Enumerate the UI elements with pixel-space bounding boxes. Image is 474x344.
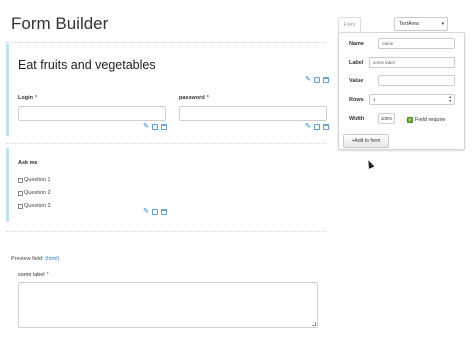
checkbox[interactable] — [18, 177, 23, 183]
edit-icon[interactable]: ✎ — [305, 123, 311, 130]
name-input[interactable]: name — [378, 38, 455, 49]
login-label: Login * — [18, 95, 37, 101]
password-input[interactable] — [179, 106, 327, 121]
rows-prop-label: Rows — [349, 97, 364, 103]
checkbox-label: Question 3 — [24, 203, 51, 209]
delete-icon[interactable] — [323, 124, 329, 130]
field-required-toggle[interactable]: ✓ Field require — [407, 117, 446, 123]
width-value: 100% — [380, 116, 393, 121]
copy-icon[interactable] — [152, 209, 158, 215]
required-mark: * — [206, 95, 209, 101]
copy-icon[interactable] — [152, 124, 158, 130]
required-mark: * — [34, 95, 38, 101]
page-title: Form Builder — [11, 14, 109, 33]
checkbox-label: Question 1 — [24, 177, 51, 183]
tab-form[interactable]: Form — [338, 17, 361, 32]
checkbox-label: Question 2 — [24, 190, 51, 196]
preview-field-heading: Preview field: (html) — [11, 256, 59, 262]
checkbox-option[interactable]: Question 2 — [18, 190, 51, 196]
heading-actions: ✎ — [305, 76, 329, 83]
edit-icon[interactable]: ✎ — [143, 123, 149, 130]
login-input[interactable] — [18, 106, 166, 121]
name-prop-label: Name — [349, 41, 364, 47]
mouse-cursor-icon — [365, 159, 375, 169]
preview-textarea-label: some label * — [18, 272, 49, 278]
edit-icon[interactable]: ✎ — [143, 208, 149, 215]
divider — [6, 231, 326, 232]
required-mark: * — [46, 272, 49, 278]
ask-me-label: Ask me — [18, 160, 38, 166]
preview-textarea[interactable] — [18, 282, 318, 328]
rows-input[interactable]: 4 ▲ ▼ — [369, 94, 455, 105]
preview-label-text: Preview field: — [11, 256, 44, 262]
checkbox-checked-icon[interactable]: ✓ — [407, 117, 413, 123]
form-canvas: Eat fruits and vegetables ✎ Login * ✎ pas… — [6, 40, 329, 232]
resize-grip-icon[interactable] — [312, 322, 316, 326]
delete-icon[interactable] — [161, 209, 167, 215]
label-prop-label: Label — [349, 60, 364, 66]
heading-text: Eat fruits and vegetables — [18, 58, 156, 72]
divider — [6, 143, 326, 144]
edit-icon[interactable]: ✎ — [305, 76, 311, 83]
checkbox-option[interactable]: Question 1 — [18, 177, 51, 183]
password-label: password * — [179, 95, 209, 101]
rows-value: 4 — [373, 97, 376, 102]
add-to-form-button[interactable]: +Add to form — [343, 134, 389, 148]
divider — [6, 42, 326, 43]
width-prop-label: Width — [349, 116, 365, 122]
value-input[interactable] — [378, 75, 455, 86]
ask-actions: ✎ — [143, 208, 167, 215]
field-properties-panel: Name name Label some label Value Rows 4 … — [338, 32, 465, 150]
password-actions: ✎ — [305, 123, 329, 130]
field-required-label: Field require — [415, 117, 446, 123]
field-type-select[interactable]: TextArea ▾ — [394, 17, 448, 31]
form-block-checkboxes[interactable]: Ask me Question 1 Question 2 Question 3 … — [6, 148, 326, 222]
label-input[interactable]: some label — [369, 57, 455, 68]
spinner-icon[interactable]: ▲ ▼ — [449, 95, 452, 103]
copy-icon[interactable] — [314, 77, 320, 83]
value-prop-label: Value — [349, 78, 364, 84]
delete-icon[interactable] — [161, 124, 167, 130]
password-label-text: password — [179, 95, 205, 101]
copy-icon[interactable] — [314, 124, 320, 130]
login-actions: ✎ — [143, 123, 167, 130]
login-label-text: Login — [18, 95, 33, 101]
checkbox[interactable] — [18, 190, 23, 196]
field-type-value: TextArea — [399, 21, 419, 27]
delete-icon[interactable] — [323, 77, 329, 83]
chevron-down-icon: ▾ — [441, 21, 444, 27]
html-link[interactable]: (html) — [45, 256, 59, 262]
checkbox-option[interactable]: Question 3 — [18, 203, 51, 209]
preview-label-value: some label — [18, 272, 45, 278]
width-select[interactable]: 100% — [378, 113, 395, 124]
checkbox[interactable] — [18, 203, 23, 209]
form-block-heading[interactable]: Eat fruits and vegetables ✎ Login * ✎ pas… — [6, 44, 329, 136]
